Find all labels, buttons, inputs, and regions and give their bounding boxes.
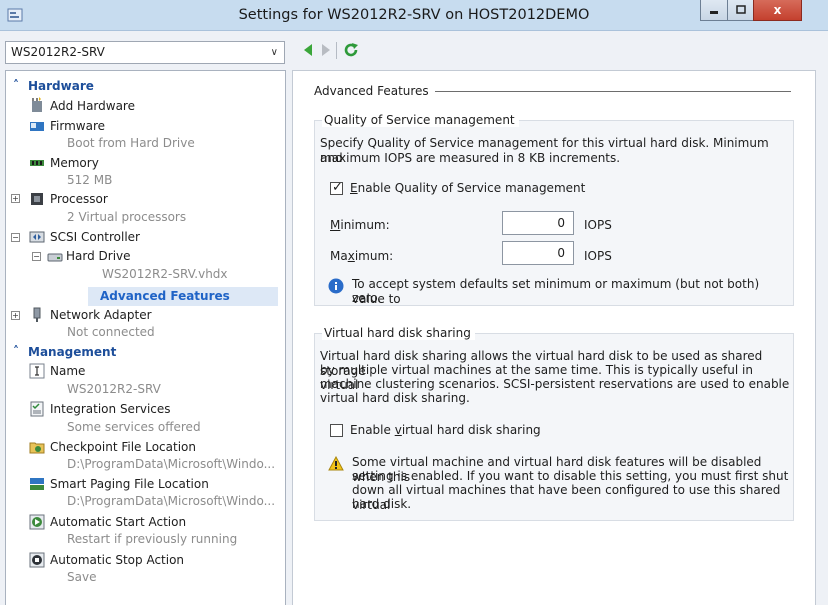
vm-selector-dropdown[interactable]: WS2012R2-SRV ∨: [5, 41, 285, 64]
checkmark-icon: ✓: [332, 180, 343, 195]
automatic-start-sub: Restart if previously running: [67, 532, 238, 546]
toolbar-separator: [336, 42, 337, 59]
refresh-icon[interactable]: [343, 42, 359, 58]
memory-item[interactable]: Memory: [50, 156, 99, 170]
enable-qos-checkbox[interactable]: ✓: [330, 180, 343, 195]
hard-drive-icon: [47, 253, 63, 262]
network-adapter-item[interactable]: Network Adapter: [50, 308, 152, 322]
minimum-iops-input[interactable]: 0: [502, 211, 574, 235]
smart-paging-icon: [30, 478, 44, 490]
automatic-stop-item[interactable]: Automatic Stop Action: [50, 553, 184, 567]
firmware-item[interactable]: Firmware: [50, 119, 105, 133]
add-hardware-icon: [32, 97, 42, 112]
close-icon: x: [773, 3, 782, 17]
title-bar: Settings for WS2012R2-SRV on HOST2012DEM…: [0, 0, 828, 31]
disk-sharing-group: Virtual hard disk sharing Virtual hard d…: [314, 326, 794, 521]
sharing-desc-line4: virtual hard disk sharing.: [320, 391, 470, 405]
enable-sharing-label[interactable]: Enable virtual hard disk sharing: [350, 423, 541, 438]
minimum-unit: IOPS: [584, 218, 612, 232]
checkpoint-location-item[interactable]: Checkpoint File Location: [50, 440, 196, 454]
disk-sharing-group-label: Virtual hard disk sharing: [322, 326, 475, 340]
smart-paging-item[interactable]: Smart Paging File Location: [50, 477, 209, 491]
sharing-warning-line3: down all virtual machines that have been…: [352, 483, 781, 512]
qos-group-label: Quality of Service management: [322, 113, 519, 127]
checkpoint-folder-icon: [29, 442, 45, 454]
collapse-scsi-icon[interactable]: −: [11, 233, 20, 242]
advanced-features-item[interactable]: Advanced Features: [100, 289, 230, 303]
expand-network-icon[interactable]: +: [11, 311, 20, 320]
qos-group: Quality of Service management Specify Qu…: [314, 113, 794, 306]
memory-sub: 512 MB: [67, 173, 113, 187]
name-item[interactable]: Name: [50, 364, 85, 378]
settings-tree: ˄ Hardware Add Hardware Firmware Boot fr…: [5, 70, 286, 605]
integration-services-icon: [30, 401, 44, 417]
collapse-hard-drive-icon[interactable]: −: [32, 252, 41, 261]
maximum-iops-input[interactable]: 0: [502, 241, 574, 265]
network-adapter-sub: Not connected: [67, 325, 155, 339]
section-rule: [421, 91, 791, 92]
scsi-controller-icon: [29, 231, 45, 243]
back-arrow-icon[interactable]: [302, 43, 314, 57]
network-adapter-icon: [33, 307, 41, 322]
sharing-warning-line4: hard disk.: [352, 497, 412, 511]
hard-drive-item[interactable]: Hard Drive: [66, 249, 131, 263]
maximize-icon: [735, 5, 746, 14]
add-hardware-item[interactable]: Add Hardware: [50, 99, 135, 113]
minimize-icon: [710, 11, 718, 14]
automatic-stop-sub: Save: [67, 570, 97, 584]
automatic-start-item[interactable]: Automatic Start Action: [50, 515, 186, 529]
vm-selector-value: WS2012R2-SRV: [11, 45, 105, 59]
details-pane: Advanced Features Quality of Service man…: [292, 70, 816, 605]
name-icon: [29, 363, 45, 379]
chevron-up-icon[interactable]: ˄: [13, 78, 19, 92]
automatic-stop-icon: [29, 552, 45, 568]
sharing-desc-line3: machine clustering scenarios. SCSI-persi…: [320, 377, 790, 391]
integration-services-item[interactable]: Integration Services: [50, 402, 171, 416]
warning-icon: [328, 456, 344, 471]
minimum-label: Minimum:: [330, 218, 390, 232]
hardware-section-header[interactable]: Hardware: [28, 79, 94, 93]
processor-sub: 2 Virtual processors: [67, 210, 187, 224]
enable-sharing-checkbox[interactable]: [330, 424, 343, 437]
hard-drive-sub: WS2012R2-SRV.vhdx: [102, 267, 228, 281]
maximize-button[interactable]: [727, 0, 753, 21]
processor-icon: [31, 193, 43, 205]
qos-description-line2: maximum IOPS are measured in 8 KB increm…: [320, 151, 621, 165]
integration-services-sub: Some services offered: [67, 420, 201, 434]
memory-icon: [30, 160, 44, 166]
enable-qos-label[interactable]: Enable Quality of Service management: [350, 181, 585, 196]
automatic-start-icon: [29, 514, 45, 530]
forward-arrow-icon[interactable]: [320, 43, 332, 57]
close-button[interactable]: x: [753, 0, 802, 21]
firmware-icon: [30, 122, 44, 131]
expand-processor-icon[interactable]: +: [11, 194, 20, 203]
maximum-label: Maximum:: [330, 249, 394, 263]
chevron-down-icon: ∨: [270, 47, 278, 58]
qos-info-line1: To accept system defaults set minimum or…: [352, 277, 760, 306]
maximum-unit: IOPS: [584, 249, 612, 263]
section-title: Advanced Features: [314, 84, 435, 98]
sharing-warning-line2: setting is enabled. If you want to disab…: [352, 469, 789, 483]
minimize-button[interactable]: [700, 0, 727, 21]
smart-paging-sub: D:\ProgramData\Microsoft\Windo...: [67, 494, 276, 508]
firmware-sub: Boot from Hard Drive: [67, 136, 195, 150]
checkpoint-location-sub: D:\ProgramData\Microsoft\Windo...: [67, 457, 276, 471]
chevron-up-icon[interactable]: ˄: [13, 344, 19, 358]
info-icon: [328, 278, 344, 294]
management-section-header[interactable]: Management: [28, 345, 116, 359]
processor-item[interactable]: Processor: [50, 192, 108, 206]
scsi-controller-item[interactable]: SCSI Controller: [50, 230, 140, 244]
name-sub: WS2012R2-SRV: [67, 382, 161, 396]
qos-info-line2: zero.: [352, 291, 382, 305]
